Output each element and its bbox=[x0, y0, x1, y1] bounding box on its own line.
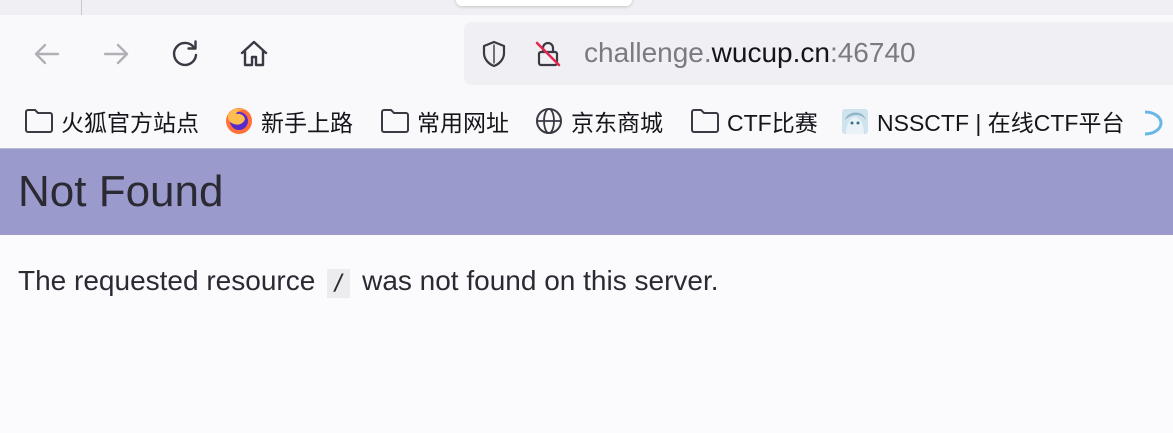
bookmark-label: NSSCTF | 在线CTF平台 bbox=[877, 110, 1125, 136]
bookmark-label: 新手上路 bbox=[261, 110, 353, 136]
tab-separator bbox=[81, 0, 82, 15]
page-title: Not Found bbox=[18, 167, 224, 216]
bookmark-item[interactable]: 京东商城 bbox=[534, 105, 663, 137]
bookmarks-toolbar: 火狐官方站点 新手上路 常用网址 京东商城 CTF比赛 NSSCTF | 在线C… bbox=[0, 95, 1173, 147]
home-button[interactable] bbox=[234, 34, 274, 74]
message-text-after: was not found on this server. bbox=[362, 265, 719, 296]
arrow-left-icon bbox=[34, 43, 60, 65]
bookmark-overflow-icon[interactable] bbox=[1141, 109, 1165, 142]
arrow-right-icon bbox=[103, 43, 129, 65]
forward-button[interactable] bbox=[96, 34, 136, 74]
bookmark-label: 火狐官方站点 bbox=[61, 110, 199, 136]
bookmark-item[interactable]: 常用网址 bbox=[380, 105, 509, 137]
globe-icon bbox=[534, 106, 564, 136]
firefox-icon bbox=[224, 106, 254, 136]
reload-button[interactable] bbox=[165, 34, 205, 74]
back-button[interactable] bbox=[27, 34, 67, 74]
folder-icon bbox=[380, 106, 410, 136]
insecure-lock-icon[interactable] bbox=[533, 39, 563, 74]
url-port: :46740 bbox=[829, 37, 916, 68]
bookmark-item[interactable]: CTF比赛 bbox=[690, 105, 818, 137]
error-message: The requested resource / was not found o… bbox=[18, 263, 719, 302]
bookmark-item[interactable]: 新手上路 bbox=[224, 105, 353, 137]
reload-icon bbox=[172, 40, 198, 67]
url-bar[interactable]: challenge.wucup.cn:46740 bbox=[464, 22, 1173, 85]
bookmark-item[interactable]: 火狐官方站点 bbox=[24, 105, 199, 137]
active-tab[interactable] bbox=[456, 0, 632, 6]
bookmark-item[interactable]: NSSCTF | 在线CTF平台 bbox=[840, 105, 1124, 137]
nssctf-avatar-icon bbox=[840, 106, 870, 136]
page-header: Not Found bbox=[0, 148, 1173, 235]
tab-strip bbox=[0, 0, 1173, 15]
shield-icon[interactable] bbox=[479, 39, 509, 74]
url-domain: wucup.cn bbox=[711, 37, 830, 68]
navigation-toolbar: challenge.wucup.cn:46740 bbox=[0, 15, 1173, 95]
message-text-before: The requested resource bbox=[18, 265, 316, 296]
bookmark-label: 京东商城 bbox=[571, 110, 663, 136]
bookmark-label: CTF比赛 bbox=[727, 110, 818, 136]
url-text[interactable]: challenge.wucup.cn:46740 bbox=[584, 37, 916, 69]
bookmark-label: 常用网址 bbox=[417, 110, 509, 136]
folder-icon bbox=[24, 106, 54, 136]
resource-path-code: / bbox=[327, 269, 351, 298]
home-icon bbox=[240, 40, 268, 67]
folder-icon bbox=[690, 106, 720, 136]
url-subdomain: challenge. bbox=[584, 37, 712, 68]
